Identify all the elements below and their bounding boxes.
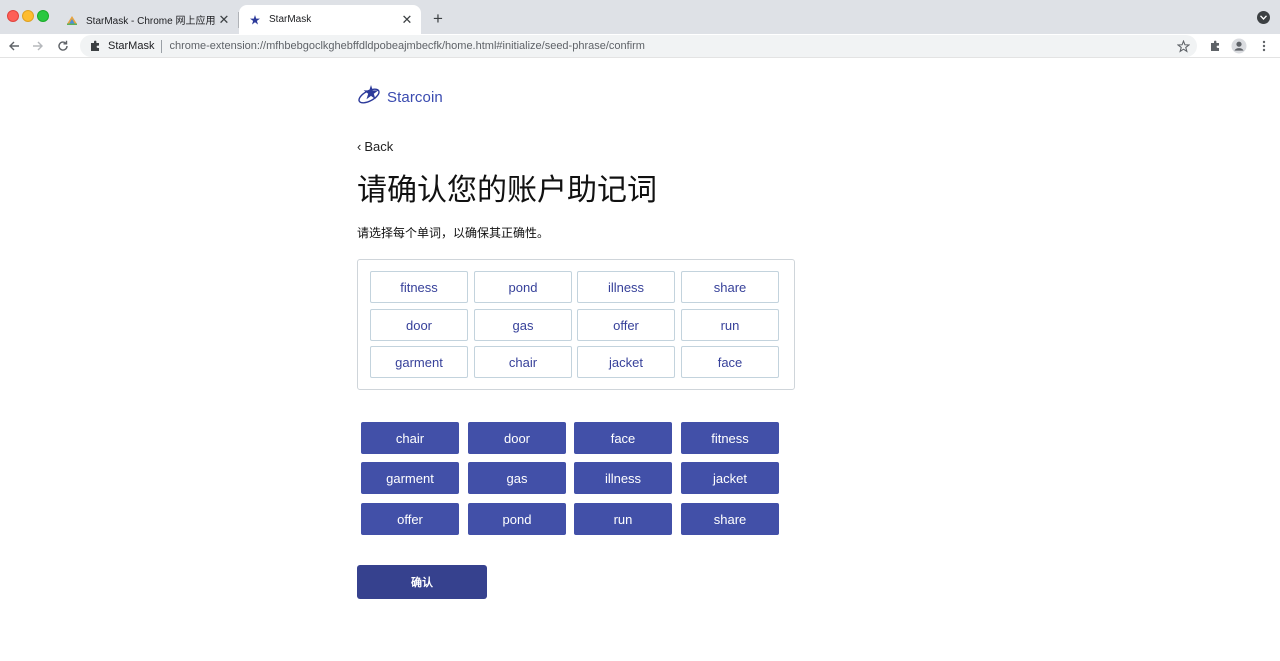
star-icon[interactable] xyxy=(1175,38,1191,54)
back-icon[interactable] xyxy=(5,37,23,55)
browser-toolbar: StarMask chrome-extension://mfhbebgoclkg… xyxy=(0,34,1280,58)
selected-word[interactable]: pond xyxy=(474,271,572,303)
tab-title: StarMask - Chrome 网上应用店 xyxy=(86,16,216,27)
tab-starmask[interactable]: StarMask ✕ xyxy=(239,5,421,34)
word-option-button[interactable]: offer xyxy=(361,503,459,535)
close-window-button[interactable] xyxy=(7,10,19,22)
confirm-button[interactable]: 确认 xyxy=(357,565,487,599)
word-option-button[interactable]: gas xyxy=(468,462,566,494)
selected-word[interactable]: door xyxy=(370,309,468,341)
close-icon[interactable]: ✕ xyxy=(216,12,232,28)
new-tab-button[interactable]: + xyxy=(428,9,448,29)
word-option-button[interactable]: garment xyxy=(361,462,459,494)
selected-word[interactable]: garment xyxy=(370,346,468,378)
instruction-text: 请选择每个单词，以确保其正确性。 xyxy=(357,226,550,240)
zoom-window-button[interactable] xyxy=(37,10,49,22)
word-option-button[interactable]: fitness xyxy=(681,422,779,454)
site-name: StarMask xyxy=(108,40,155,52)
profile-icon[interactable] xyxy=(1230,37,1248,55)
tab-chrome-web-store[interactable]: StarMask - Chrome 网上应用店 ✕ xyxy=(56,5,238,34)
word-option-button[interactable]: chair xyxy=(361,422,459,454)
word-option-button[interactable]: jacket xyxy=(681,462,779,494)
url-divider xyxy=(161,39,163,53)
selected-word[interactable]: fitness xyxy=(370,271,468,303)
page-title: 请确认您的账户助记词 xyxy=(357,174,657,207)
extensions-puzzle-icon[interactable] xyxy=(1206,37,1224,55)
selected-word[interactable]: face xyxy=(681,346,779,378)
url-text[interactable]: chrome-extension://mfhbebgoclkghebffdldp… xyxy=(169,40,645,52)
starcoin-logo: Starcoin xyxy=(357,83,443,112)
tab-title: StarMask xyxy=(269,14,312,25)
selected-word[interactable]: share xyxy=(681,271,779,303)
puzzle-icon xyxy=(88,39,102,53)
forward-icon[interactable] xyxy=(29,37,47,55)
logo-text: Starcoin xyxy=(387,88,443,106)
selected-word[interactable]: illness xyxy=(577,271,675,303)
word-option-button[interactable]: illness xyxy=(574,462,672,494)
minimize-window-button[interactable] xyxy=(22,10,34,22)
tab-strip: StarMask - Chrome 网上应用店 ✕ StarMask ✕ + xyxy=(0,0,1280,34)
tab-search-icon[interactable] xyxy=(1257,11,1270,24)
back-link[interactable]: ‹ Back xyxy=(357,139,393,154)
selected-word[interactable]: run xyxy=(681,309,779,341)
chevron-left-icon: ‹ xyxy=(357,139,362,154)
selected-word[interactable]: jacket xyxy=(577,346,675,378)
word-option-button[interactable]: run xyxy=(574,503,672,535)
address-bar[interactable]: StarMask chrome-extension://mfhbebgoclkg… xyxy=(80,35,1197,57)
selected-word[interactable]: gas xyxy=(474,309,572,341)
selected-words-area: fitness pond illness share door gas offe… xyxy=(357,259,795,390)
chrome-web-store-icon xyxy=(66,14,78,26)
word-option-button[interactable]: share xyxy=(681,503,779,535)
back-label: Back xyxy=(364,139,394,154)
starcoin-favicon-icon xyxy=(249,14,261,26)
close-icon[interactable]: ✕ xyxy=(399,12,415,28)
word-option-button[interactable]: face xyxy=(574,422,672,454)
selected-word[interactable]: chair xyxy=(474,346,572,378)
word-option-button[interactable]: door xyxy=(468,422,566,454)
selected-word[interactable]: offer xyxy=(577,309,675,341)
reload-icon[interactable] xyxy=(54,37,72,55)
word-option-button[interactable]: pond xyxy=(468,503,566,535)
menu-icon[interactable] xyxy=(1255,37,1273,55)
starcoin-logo-icon xyxy=(357,83,383,112)
